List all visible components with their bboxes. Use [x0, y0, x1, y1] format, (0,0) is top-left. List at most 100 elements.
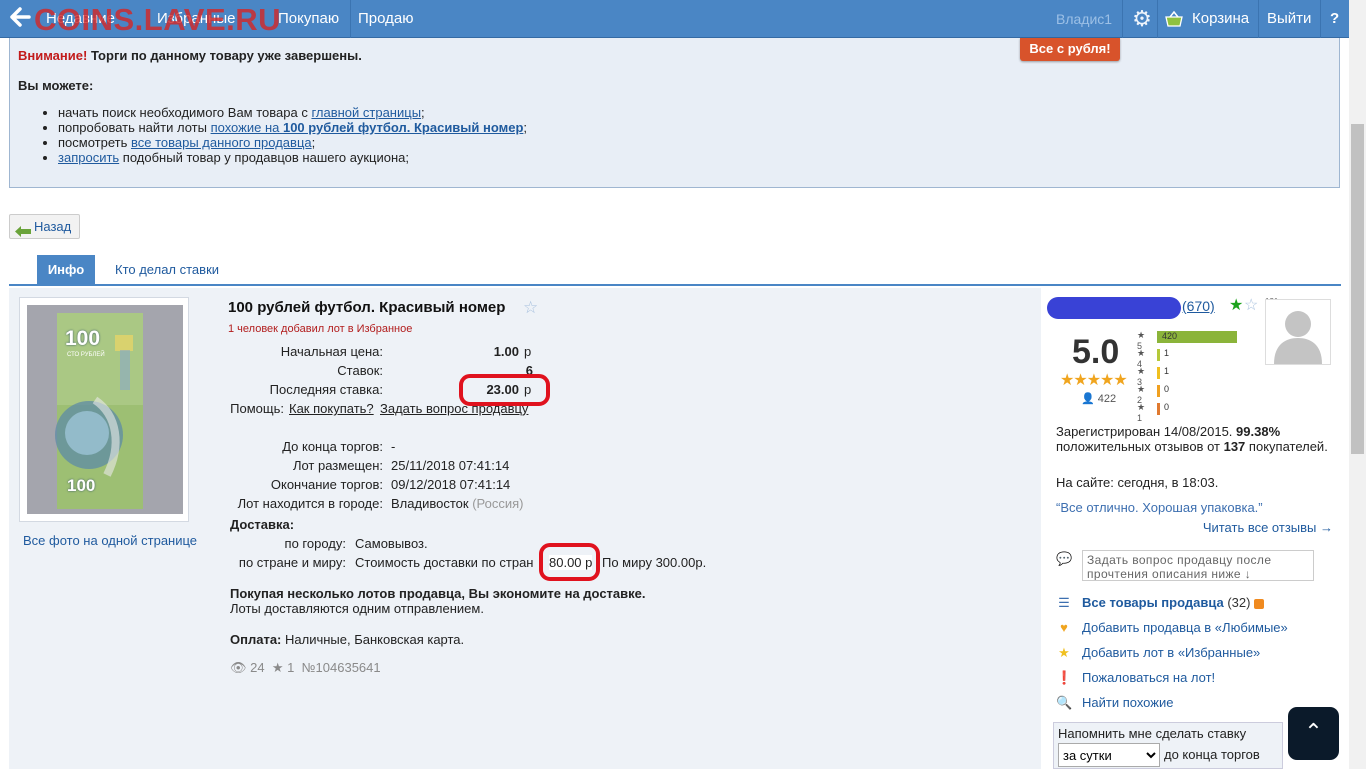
- attention-label: Внимание!: [18, 48, 88, 63]
- promo-badge[interactable]: Все с рубля!: [1020, 38, 1120, 61]
- reviews-value: 422: [1097, 393, 1117, 405]
- views-count: 24: [250, 660, 265, 675]
- delivery-title: Доставка:: [230, 517, 295, 532]
- registered-text: положительных отзывов от: [1056, 439, 1220, 454]
- rating-bar-fill: [1157, 349, 1160, 361]
- nav-logout[interactable]: Выйти: [1267, 0, 1311, 38]
- all-goods-label: Все товары продавца: [1082, 595, 1224, 610]
- request-link[interactable]: запросить: [58, 150, 119, 165]
- country-name: (Россия): [472, 496, 524, 511]
- nav-divider: [1258, 0, 1259, 38]
- rating-bar-star-label: ★ 1: [1137, 402, 1146, 423]
- nav-divider: [1122, 0, 1123, 38]
- scroll-to-top-button[interactable]: ⌃: [1288, 707, 1339, 760]
- green-star-icon: ★: [1229, 297, 1244, 314]
- all-goods-link[interactable]: Все товары продавца (32): [1082, 595, 1265, 610]
- similar-lots-link[interactable]: похожие на 100 рублей футбол. Красивый н…: [211, 120, 524, 135]
- main-page-link[interactable]: главной страницы: [311, 105, 421, 120]
- list-item: начать поиск необходимого Вам товара с г…: [58, 105, 527, 120]
- city-delivery-label: по городу:: [284, 536, 346, 551]
- banknote-text: СТО РУБЛЕЙ: [67, 352, 105, 358]
- eye-icon: 👁: [230, 660, 247, 675]
- highlight-circle: [539, 543, 600, 581]
- nav-selling[interactable]: Продаю: [358, 0, 413, 38]
- city-delivery-value: Самовывоз.: [355, 536, 428, 551]
- payment-label: Оплата:: [230, 632, 282, 647]
- username[interactable]: Владис1: [1056, 0, 1112, 38]
- person-icon: 👤: [1081, 393, 1095, 405]
- lot-stats: 👁 24 ★ 1 №104635641: [230, 660, 381, 676]
- nav-cart[interactable]: Корзина: [1192, 0, 1249, 38]
- tab-bidders[interactable]: Кто делал ставки: [115, 255, 219, 285]
- help-label: Помощь:: [230, 401, 284, 416]
- back-button[interactable]: Назад: [9, 214, 80, 239]
- remind-period-select[interactable]: за сутки: [1058, 743, 1160, 767]
- until-end-value: -: [391, 439, 396, 454]
- back-arrow-icon[interactable]: [6, 6, 34, 32]
- seller-goods-link[interactable]: все товары данного продавца: [131, 135, 312, 150]
- star-icon: ★: [271, 660, 284, 675]
- arrow-left-icon: [15, 221, 31, 237]
- nav-divider: [350, 0, 351, 38]
- seller-name-redacted[interactable]: [1047, 297, 1181, 319]
- read-all-reviews-link[interactable]: Читать все отзывы →: [1203, 520, 1333, 535]
- lot-tabs: Инфо Кто делал ставки: [9, 255, 1341, 286]
- notice-message: Торги по данному товару уже завершены.: [90, 48, 362, 63]
- nav-buying[interactable]: Покупаю: [278, 0, 339, 38]
- banknote-value-bottom: 100: [67, 476, 96, 495]
- review-quote: “Все отлично. Хорошая упаковка.”: [1056, 500, 1263, 515]
- lot-photo-frame[interactable]: 100 СТО РУБЛЕЙ 100: [19, 297, 189, 522]
- nav-help[interactable]: ?: [1330, 0, 1339, 38]
- rating-bar-fill: [1157, 403, 1160, 415]
- registered-text: покупателей.: [1248, 439, 1328, 454]
- chat-icon: 💬: [1056, 551, 1073, 566]
- payment-value: Наличные, Банковская карта.: [285, 632, 465, 647]
- until-end-label: До конца торгов:: [282, 439, 383, 454]
- remind-suffix: до конца торгов: [1164, 747, 1260, 762]
- star-icon: ★: [1058, 645, 1070, 660]
- chevron-up-icon: ⌃: [1304, 719, 1323, 744]
- city-value: Владивосток (Россия): [391, 496, 523, 511]
- notice-you-can: Вы можете:: [18, 78, 94, 93]
- list-icon: ☰: [1058, 595, 1070, 610]
- notice-options-list: начать поиск необходимого Вам товара с г…: [58, 105, 527, 165]
- add-lot-fav-link[interactable]: Добавить лот в «Избранные»: [1082, 645, 1260, 660]
- option-text: подобный товар у продавцов нашего аукцио…: [119, 150, 410, 165]
- seller-online: На сайте: сегодня, в 18:03.: [1056, 475, 1219, 490]
- nav-divider: [1157, 0, 1158, 38]
- alert-icon: ❗: [1056, 670, 1073, 685]
- find-similar-link[interactable]: Найти похожие: [1082, 695, 1173, 710]
- multi-lot-note-2: Лоты доставляются одним отправлением.: [230, 601, 484, 616]
- add-seller-fav-link[interactable]: Добавить продавца в «Любимые»: [1082, 620, 1288, 635]
- world-delivery: По миру 300.00р.: [602, 555, 707, 570]
- all-photos-link[interactable]: Все фото на одной странице: [23, 533, 197, 548]
- ends-value: 09/12/2018 07:41:14: [391, 477, 511, 492]
- tab-info[interactable]: Инфо: [37, 255, 95, 285]
- ask-seller-link[interactable]: Задать вопрос продавцу: [380, 401, 528, 416]
- cart-icon[interactable]: [1164, 9, 1184, 29]
- star-outline-icon[interactable]: ☆: [523, 298, 538, 318]
- scrollbar-thumb[interactable]: [1351, 124, 1364, 454]
- seller-registration: Зарегистрирован 14/08/2015. 99.38% полож…: [1056, 424, 1336, 454]
- lot-photo[interactable]: 100 СТО РУБЛЕЙ 100: [27, 305, 183, 514]
- buyers-count: 137: [1223, 439, 1246, 454]
- nav-divider: [1320, 0, 1321, 38]
- option-text: попробовать найти лоты: [58, 120, 211, 135]
- how-to-buy-link[interactable]: Как покупать?: [289, 401, 374, 416]
- seller-avatar[interactable]: [1265, 299, 1331, 365]
- lot-title: 100 рублей футбол. Красивый номер: [228, 299, 506, 316]
- currency: р: [524, 344, 532, 359]
- ends-label: Окончание торгов:: [270, 477, 383, 492]
- option-text: посмотреть: [58, 135, 131, 150]
- page-scrollbar[interactable]: [1349, 0, 1366, 769]
- rating-bar-count: 1: [1164, 348, 1170, 358]
- seller-score-link[interactable]: (670): [1182, 298, 1215, 314]
- gear-icon[interactable]: ⚙: [1129, 7, 1155, 31]
- rss-icon[interactable]: [1254, 598, 1265, 609]
- lot-number: №104635641: [301, 660, 381, 675]
- complain-link[interactable]: Пожаловаться на лот!: [1082, 670, 1215, 685]
- option-text: начать поиск необходимого Вам товара с: [58, 105, 312, 120]
- rating-bar-fill: [1157, 385, 1160, 397]
- country-delivery-text: Стоимость доставки по стран: [355, 555, 534, 570]
- ask-seller-input[interactable]: Задать вопрос продавцу после прочтения о…: [1082, 550, 1314, 581]
